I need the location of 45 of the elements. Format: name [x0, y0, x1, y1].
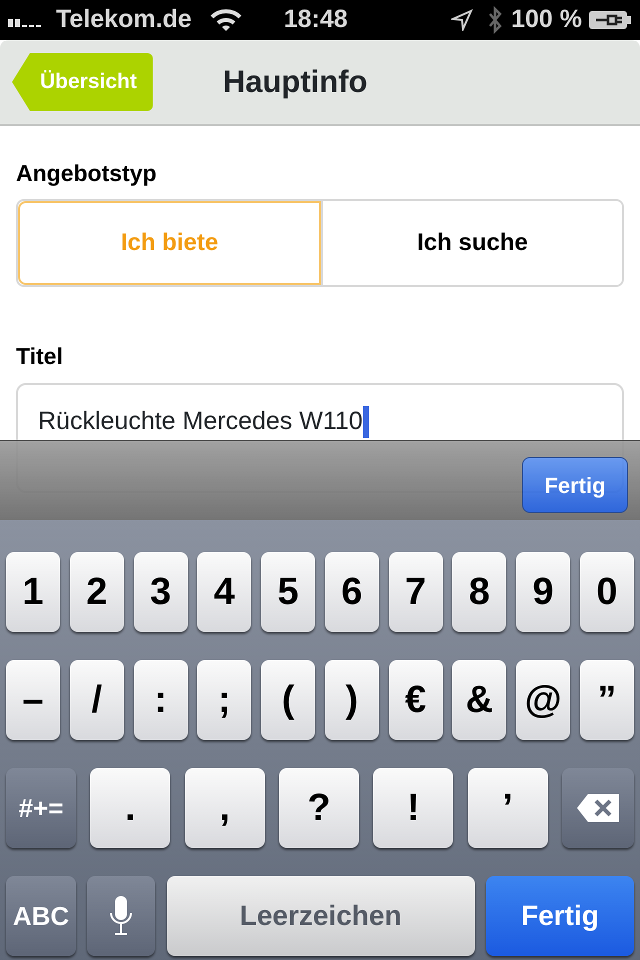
done-key[interactable]: Fertig	[486, 876, 634, 956]
key[interactable]: 9	[516, 552, 570, 632]
key[interactable]: €	[388, 660, 443, 740]
done-button[interactable]: Fertig	[522, 457, 628, 513]
key[interactable]: ?	[278, 768, 359, 848]
location-icon	[451, 9, 474, 31]
key[interactable]: #+=	[6, 768, 76, 848]
key[interactable]: 3	[134, 552, 188, 632]
key[interactable]: (	[261, 660, 316, 740]
delete-key[interactable]	[562, 768, 634, 848]
key[interactable]: )	[324, 660, 379, 740]
key[interactable]: ABC	[6, 876, 76, 956]
microphone-icon	[109, 895, 134, 937]
status-time: 18:48	[284, 4, 348, 36]
wifi-icon	[210, 8, 242, 32]
key[interactable]: 1	[6, 552, 60, 632]
microphone-key[interactable]	[87, 876, 156, 956]
key[interactable]: 8	[452, 552, 506, 632]
battery-charging-icon	[588, 9, 632, 31]
key[interactable]: ;	[197, 660, 252, 740]
backspace-icon	[576, 793, 620, 823]
key[interactable]: !	[373, 768, 454, 848]
screen-title: Hauptinfo	[222, 62, 368, 101]
key[interactable]: &	[452, 660, 506, 740]
key[interactable]: 6	[324, 552, 379, 632]
key[interactable]: 2	[70, 552, 124, 632]
field-label: Titel	[16, 342, 64, 370]
space-key[interactable]: Leerzeichen	[166, 876, 475, 956]
key[interactable]: 7	[388, 552, 443, 632]
key[interactable]: 0	[580, 552, 634, 632]
key[interactable]: ”	[580, 660, 634, 740]
key[interactable]: 4	[197, 552, 252, 632]
key[interactable]: @	[516, 660, 570, 740]
carrier-name: Telekom.de	[56, 4, 192, 36]
battery-level: 100 %	[511, 4, 582, 36]
key[interactable]: ,	[184, 768, 265, 848]
bluetooth-icon	[487, 6, 504, 34]
field-label: Angebotstyp	[16, 159, 158, 188]
key[interactable]: ’	[468, 768, 548, 848]
key[interactable]: .	[90, 768, 170, 848]
key[interactable]: :	[134, 660, 188, 740]
key[interactable]: /	[70, 660, 124, 740]
key[interactable]: 5	[261, 552, 316, 632]
segment-option[interactable]: Ich suche	[321, 200, 622, 284]
key[interactable]: –	[6, 660, 60, 740]
